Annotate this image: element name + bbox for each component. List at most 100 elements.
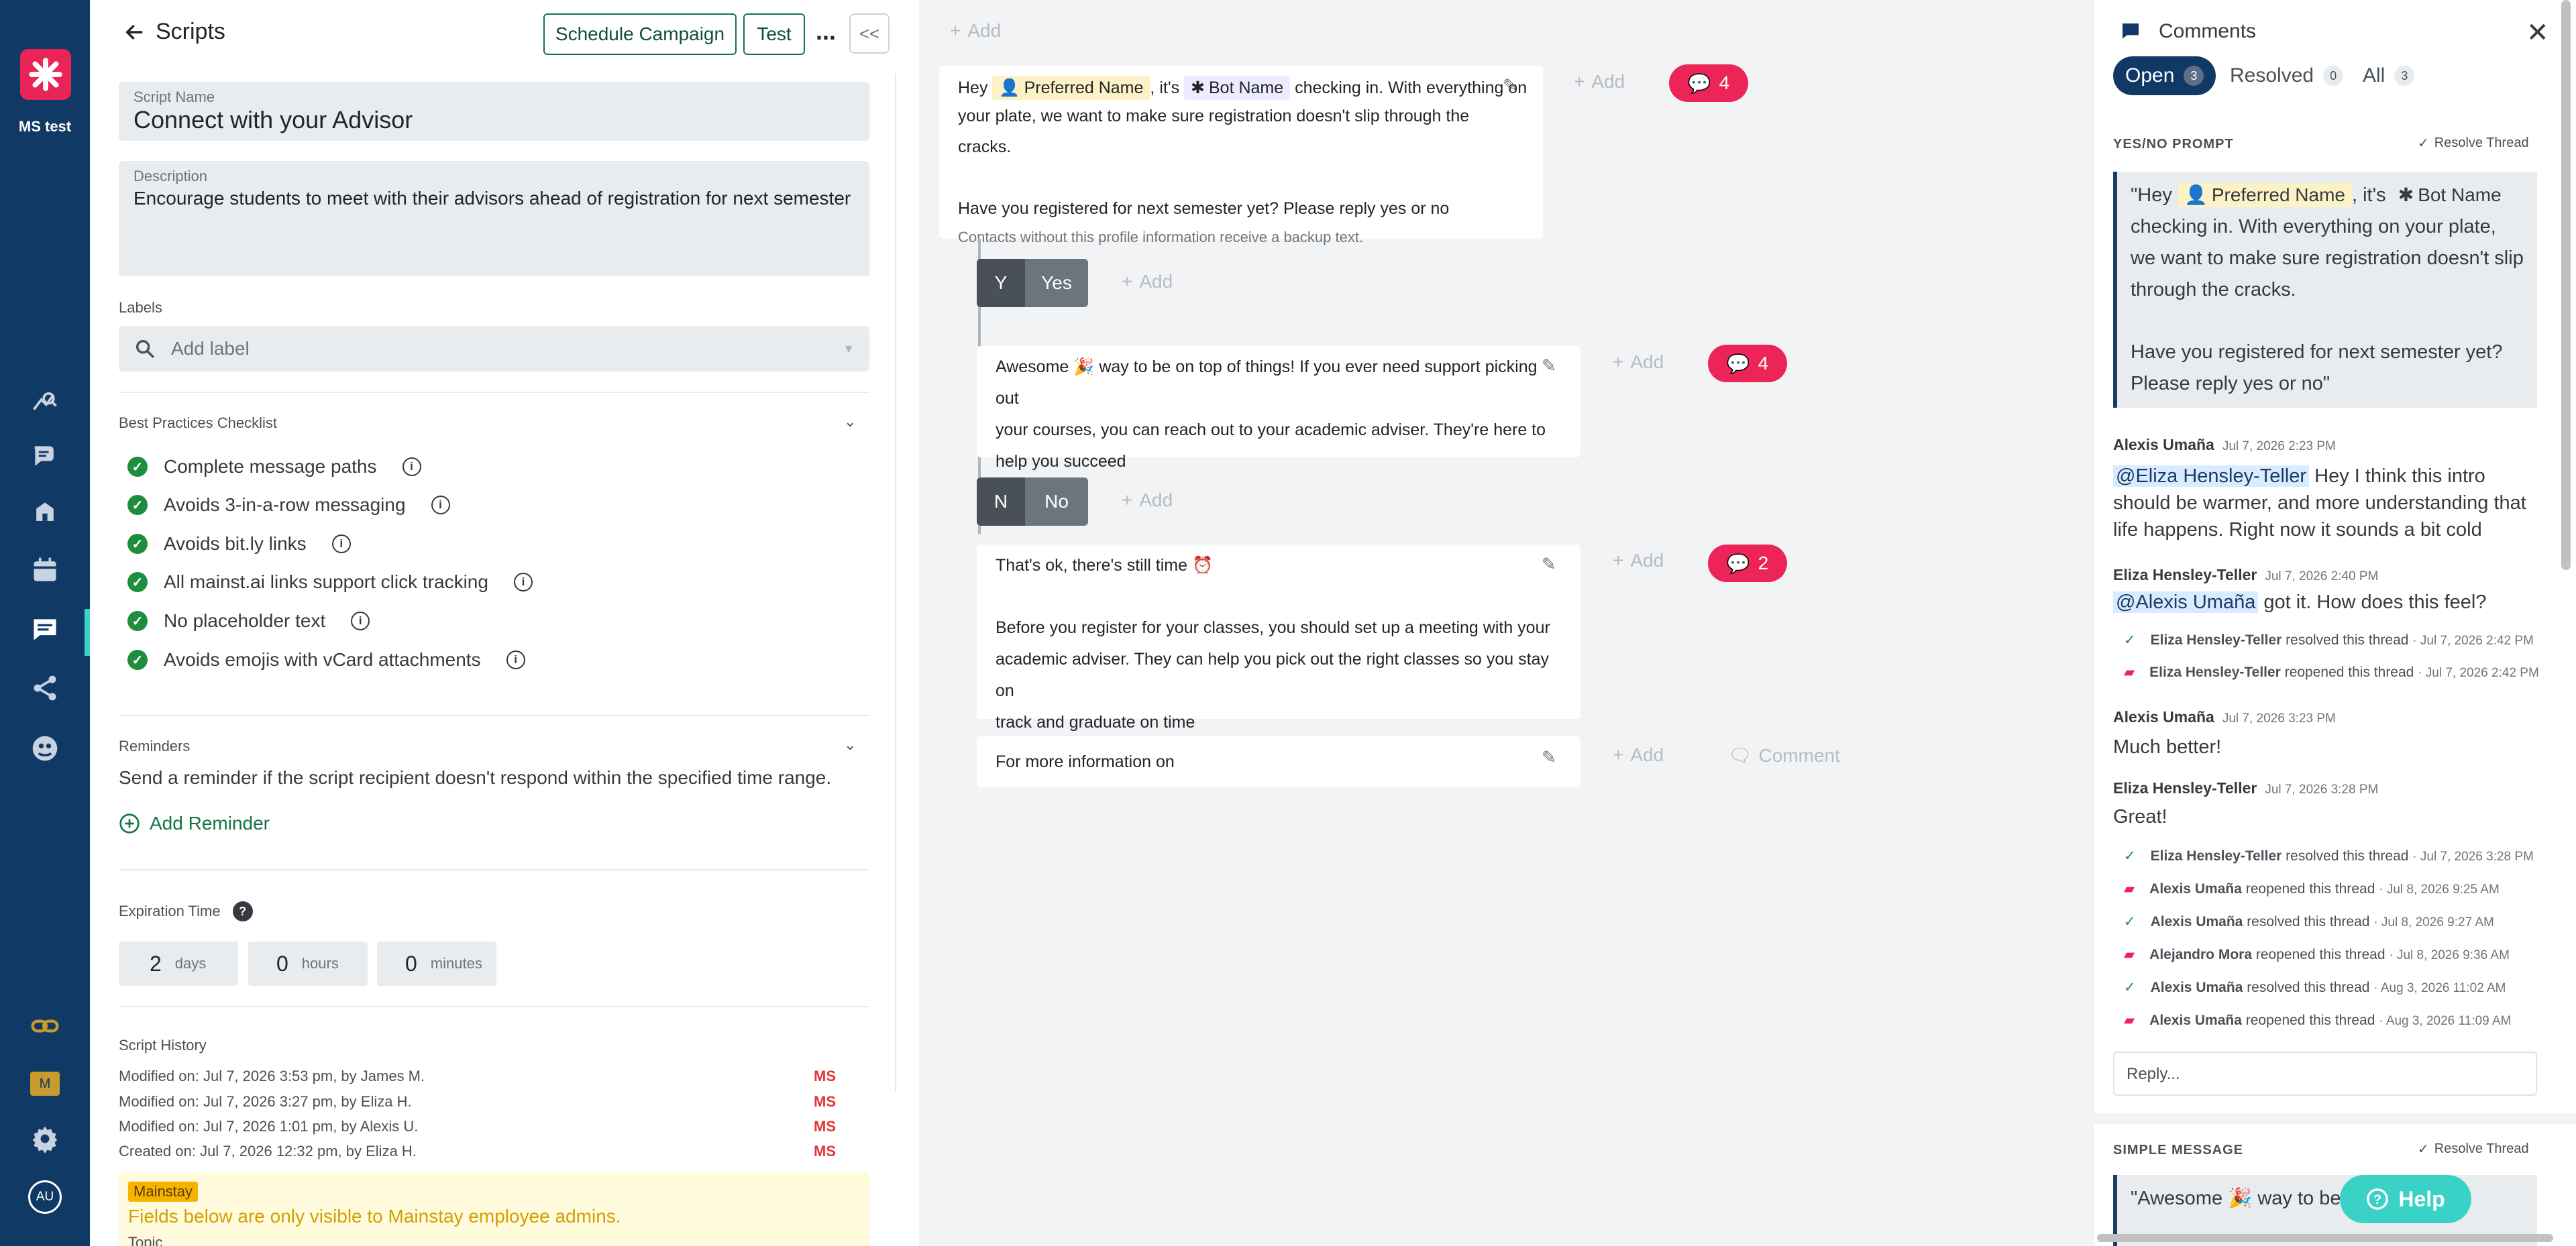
yes-message-card[interactable]: Awesome 🎉 way to be on top of things! If…	[977, 346, 1580, 471]
test-button[interactable]: Test	[743, 13, 805, 55]
expiration-hours-input[interactable]: 0 hours	[248, 942, 368, 986]
comment-count-badge[interactable]: 💬 4	[1669, 64, 1748, 102]
resolve-thread-label: Resolve Thread	[2434, 1141, 2529, 1156]
comments-scrollbar[interactable]	[2561, 0, 2571, 570]
svg-text:?: ?	[2373, 1192, 2381, 1207]
nav-knowledge[interactable]	[28, 495, 62, 530]
info-icon[interactable]: i	[513, 573, 533, 591]
tab-all[interactable]: All 3	[2363, 56, 2415, 95]
resolve-thread-button[interactable]: ✓ Resolve Thread	[2410, 129, 2537, 157]
add-node-button[interactable]: + Add	[1122, 271, 1173, 292]
thread-event: ▰ Alexis Umaña reopened this thread · Aug…	[2124, 1012, 2511, 1029]
pencil-icon[interactable]: ✎	[1542, 554, 1556, 575]
collapse-panel-button[interactable]: <<	[849, 13, 890, 54]
mention[interactable]: @Eliza Hensley-Teller	[2113, 465, 2310, 487]
pencil-icon[interactable]: ✎	[1503, 75, 1517, 96]
topic-label: Topic	[128, 1234, 163, 1246]
event-date: · Jul 8, 2026 9:27 AM	[2373, 915, 2494, 929]
event-user: Alexis Umaña	[2150, 979, 2243, 995]
expiration-minutes-input[interactable]: 0 minutes	[377, 942, 496, 986]
comment-count-badge[interactable]: 💬 4	[1708, 345, 1787, 382]
info-icon[interactable]: i	[351, 612, 370, 630]
add-node-button[interactable]: + Add	[1613, 744, 1664, 766]
minutes-unit: minutes	[430, 955, 482, 972]
add-node-button[interactable]: + Add	[1122, 490, 1173, 511]
quote-line-2: checking in. With everything on your pla…	[2131, 216, 2524, 300]
tab-open[interactable]: Open 3	[2113, 56, 2216, 95]
no-message-card[interactable]: That's ok, there's still time ⏰ Before y…	[977, 545, 1580, 732]
chevron-down-icon[interactable]: ⌄	[844, 736, 856, 754]
nav-contacts[interactable]	[28, 731, 62, 766]
app-logo[interactable]	[20, 49, 71, 100]
expiration-days-input[interactable]: 2 days	[119, 942, 238, 986]
history-row: Modified on: Jul 7, 2026 1:01 pm, by Ale…	[119, 1118, 869, 1135]
info-icon[interactable]: i	[402, 457, 421, 476]
tab-label: Resolved	[2230, 64, 2314, 87]
link-icon	[31, 1019, 59, 1033]
check-icon: ✓	[2124, 914, 2136, 929]
user-avatar[interactable]: AU	[28, 1180, 62, 1214]
horizontal-scrollbar[interactable]	[2097, 1234, 2553, 1242]
nav-insights[interactable]	[28, 382, 62, 417]
nav-conversations[interactable]	[28, 439, 62, 473]
checklist-item-label: Avoids emojis with vCard attachments	[164, 649, 481, 670]
label-search-input[interactable]: Add label ▼	[119, 326, 869, 372]
history-text: Modified on: Jul 7, 2026 1:01 pm, by Ale…	[119, 1118, 419, 1135]
no-branch-tag[interactable]: N No	[977, 477, 1088, 526]
reply-input[interactable]: Reply...	[2113, 1052, 2537, 1096]
comment-body: Great!	[2113, 806, 2167, 828]
add-reminder-button[interactable]: Add Reminder	[119, 813, 270, 834]
nav-integrations[interactable]	[28, 671, 62, 705]
divider	[119, 715, 869, 716]
history-text: Created on: Jul 7, 2026 12:32 pm, by Eli…	[119, 1143, 417, 1159]
script-name-field[interactable]: Script Name Connect with your Advisor	[119, 82, 869, 141]
add-node-button[interactable]: + Add	[950, 20, 1001, 42]
thread-event: ▰ Eliza Hensley-Teller reopened this thre…	[2124, 664, 2539, 681]
add-node-button[interactable]: + Add	[1613, 550, 1664, 571]
help-icon[interactable]: ?	[232, 901, 253, 921]
intro-message-card[interactable]: Hey 👤 Preferred Name, it's ✱ Bot Name chec…	[939, 66, 1543, 245]
info-icon[interactable]: i	[506, 650, 525, 669]
checklist-item-label: All mainst.ai links support click tracki…	[164, 571, 488, 592]
tab-resolved[interactable]: Resolved 0	[2230, 56, 2344, 95]
yes-branch-tag[interactable]: Y Yes	[977, 259, 1088, 307]
nav-settings[interactable]	[28, 1121, 62, 1156]
days-unit: days	[174, 955, 207, 972]
comment-icon: 🗨	[1728, 745, 1752, 766]
back-to-scripts[interactable]: Scripts	[123, 19, 225, 45]
chevron-down-icon[interactable]: ⌄	[844, 413, 856, 431]
nav-calendar[interactable]	[28, 553, 62, 587]
person-icon: 👤	[2184, 184, 2208, 205]
schedule-campaign-button[interactable]: Schedule Campaign	[543, 13, 737, 55]
nav-links[interactable]	[28, 1009, 62, 1043]
history-tag: MS	[814, 1093, 836, 1110]
description-value: Encourage students to meet with their ad…	[133, 188, 851, 209]
add-comment-button[interactable]: 🗨 Comment	[1728, 744, 1840, 767]
resolve-thread-label: Resolve Thread	[2434, 135, 2529, 150]
close-icon[interactable]: ✕	[2526, 17, 2549, 48]
help-button[interactable]: ? Help	[2340, 1175, 2471, 1223]
info-message-card[interactable]: For more information on	[977, 736, 1580, 787]
quote-line-1: "Hey 👤 Preferred Name, it's ✱ Bot Name	[2131, 180, 2524, 211]
mention[interactable]: @Alexis Umaña	[2113, 591, 2259, 613]
mainstay-badge: M	[30, 1072, 60, 1096]
labels-heading: Labels	[119, 299, 162, 316]
comment-body: Much better!	[2113, 736, 2222, 758]
add-node-button[interactable]: + Add	[1574, 71, 1625, 93]
bot-name-text: Bot Name	[2418, 184, 2502, 205]
add-node-button[interactable]: + Add	[1613, 351, 1664, 373]
intro-hey: Hey	[958, 78, 988, 97]
nav-scripts[interactable]	[28, 612, 62, 646]
check-circle-icon: ✓	[127, 572, 148, 592]
scripts-icon	[34, 619, 56, 640]
resolve-thread-button[interactable]: ✓ Resolve Thread	[2410, 1135, 2537, 1163]
pencil-icon[interactable]: ✎	[1542, 355, 1556, 376]
author-name: Eliza Hensley-Teller	[2113, 779, 2257, 797]
more-options-button[interactable]: ...	[816, 17, 836, 46]
info-icon[interactable]: i	[431, 496, 450, 514]
checklist-item: ✓ Avoids bit.ly links i	[127, 533, 351, 555]
comment-count-badge[interactable]: 💬 2	[1708, 545, 1787, 582]
info-icon[interactable]: i	[331, 534, 351, 553]
description-field[interactable]: Description Encourage students to meet w…	[119, 161, 869, 276]
pencil-icon[interactable]: ✎	[1542, 747, 1556, 768]
